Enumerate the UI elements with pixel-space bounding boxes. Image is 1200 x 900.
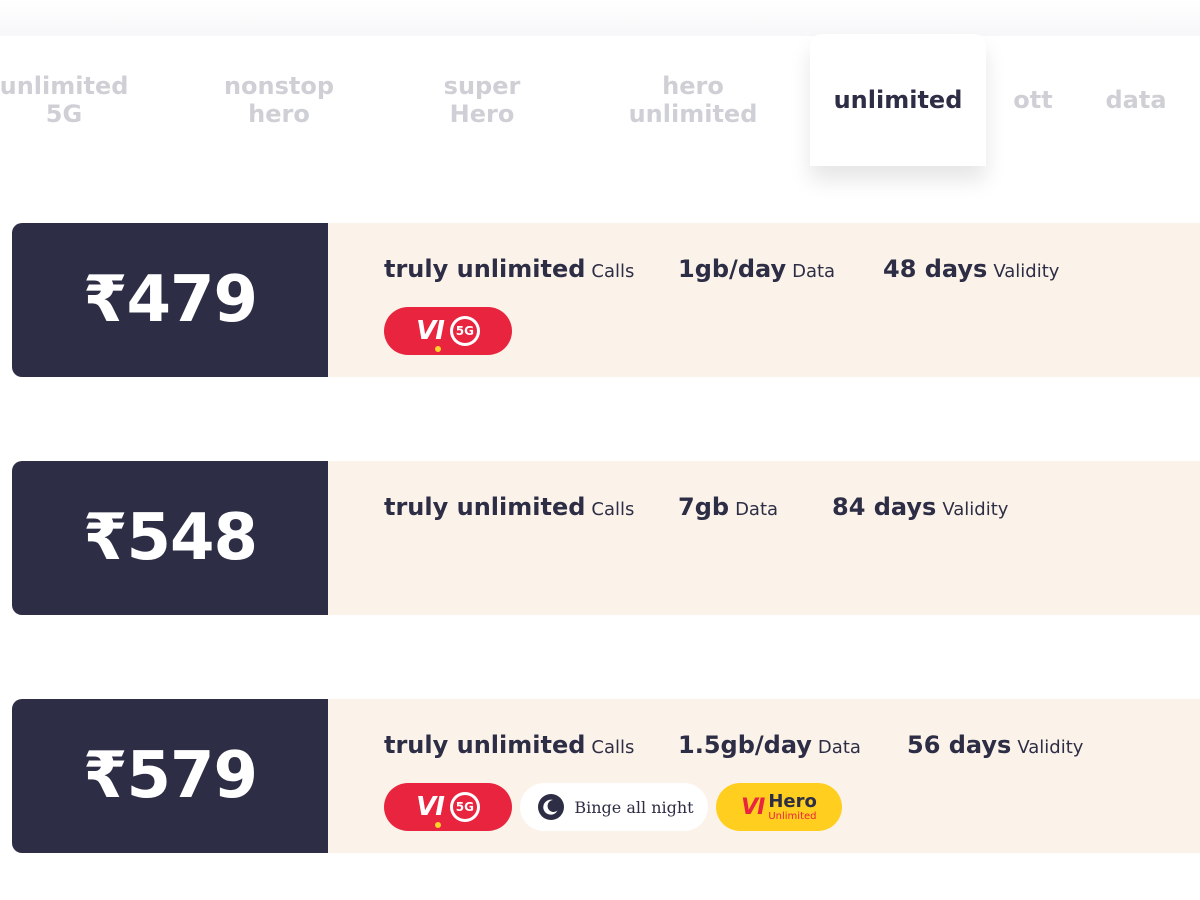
plan-details: truly unlimited Calls 7gb Data 84 days Vali… [328, 461, 1200, 615]
vi-logo: VI [741, 794, 765, 820]
calls-label: Calls [591, 261, 635, 282]
binge-all-night-badge: Binge all night [520, 783, 708, 831]
tab-nonstop-hero[interactable]: nonstop hero [212, 34, 346, 166]
validity-label: Validity [993, 261, 1060, 282]
tab-unlimited[interactable]: unlimited [810, 34, 986, 166]
plan-price[interactable]: ₹548 [12, 461, 328, 615]
validity-benefit: 84 days Validity [832, 493, 1008, 521]
plan-card[interactable]: ₹579 truly unlimited Calls 1.5gb/day Data … [12, 699, 1200, 853]
data-benefit: 1.5gb/day Data [678, 731, 861, 759]
data-label: Data [792, 261, 836, 282]
validity-value: 84 days [832, 493, 937, 521]
plan-badges: VI 5G Binge all night VI Hero Unlimited [384, 783, 842, 831]
plan-card[interactable]: ₹548 truly unlimited Calls 7gb Data 84 day… [12, 461, 1200, 615]
tab-unlimited-5g[interactable]: unlimited 5G [0, 34, 128, 166]
vi-5g-badge: VI 5G [384, 307, 512, 355]
plan-details: truly unlimited Calls 1gb/day Data 48 days… [328, 223, 1200, 377]
plan-badges: VI 5G [384, 307, 512, 355]
data-label: Data [817, 737, 861, 758]
validity-benefit: 48 days Validity [883, 255, 1059, 283]
5g-icon: 5G [449, 316, 480, 346]
data-value: 1gb/day [678, 255, 787, 283]
validity-benefit: 56 days Validity [907, 731, 1083, 759]
5g-icon: 5G [449, 792, 480, 822]
calls-benefit: truly unlimited Calls [384, 255, 634, 283]
binge-label: Binge all night [574, 797, 694, 817]
calls-benefit: truly unlimited Calls [384, 731, 634, 759]
data-benefit: 1gb/day Data [678, 255, 835, 283]
top-strip [0, 0, 1200, 36]
validity-value: 56 days [907, 731, 1012, 759]
calls-value: truly unlimited [384, 255, 586, 283]
tab-super-hero[interactable]: super Hero [420, 34, 544, 166]
hero-word: Hero [768, 791, 817, 812]
vi-hero-unlimited-badge: VI Hero Unlimited [716, 783, 842, 831]
plan-category-tabs: unlimited 5G nonstop hero super Hero her… [0, 34, 1200, 168]
vi-5g-badge: VI 5G [384, 783, 512, 831]
plan-card[interactable]: ₹479 truly unlimited Calls 1gb/day Data 48… [12, 223, 1200, 377]
calls-benefit: truly unlimited Calls [384, 493, 634, 521]
calls-value: truly unlimited [384, 731, 586, 759]
calls-label: Calls [591, 737, 635, 758]
vi-logo: VI [416, 316, 445, 352]
tab-ott[interactable]: ott [1000, 34, 1066, 166]
data-label: Data [735, 499, 779, 520]
vi-logo: VI [416, 792, 445, 828]
validity-label: Validity [1017, 737, 1084, 758]
calls-value: truly unlimited [384, 493, 586, 521]
data-benefit: 7gb Data [678, 493, 778, 521]
validity-value: 48 days [883, 255, 988, 283]
data-value: 7gb [678, 493, 730, 521]
validity-label: Validity [942, 499, 1009, 520]
plan-price[interactable]: ₹479 [12, 223, 328, 377]
tab-hero-unlimited[interactable]: hero unlimited [620, 34, 766, 166]
calls-label: Calls [591, 499, 635, 520]
plan-details: truly unlimited Calls 1.5gb/day Data 56 da… [328, 699, 1200, 853]
hero-sub: Unlimited [768, 811, 817, 822]
data-value: 1.5gb/day [678, 731, 812, 759]
moon-icon [538, 794, 565, 820]
plan-price[interactable]: ₹579 [12, 699, 328, 853]
tab-data[interactable]: data [1096, 34, 1176, 166]
